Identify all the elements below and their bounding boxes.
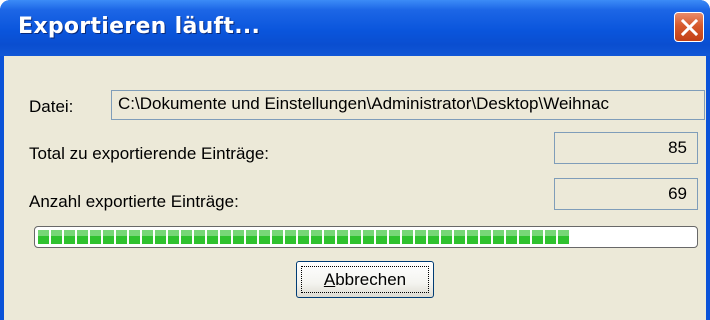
file-path-value: C:\Dokumente und Einstellungen\Administr… xyxy=(118,94,610,113)
cancel-button-mnemonic: A xyxy=(323,269,336,289)
export-progress-bar xyxy=(34,226,698,248)
exported-entries-field: 69 xyxy=(554,178,698,210)
exported-entries-value: 69 xyxy=(668,184,687,203)
cancel-button[interactable]: Abbrechen xyxy=(296,261,434,298)
cancel-button-label: Abbrechen xyxy=(301,266,429,293)
export-dialog: Exportieren läuft... Datei: C:\Dokumente… xyxy=(0,0,710,320)
file-path-field: C:\Dokumente und Einstellungen\Administr… xyxy=(111,90,705,120)
title-bar[interactable]: Exportieren läuft... xyxy=(0,0,710,56)
close-icon xyxy=(681,19,698,36)
total-entries-label: Total zu exportierende Einträge: xyxy=(29,144,270,163)
dialog-title: Exportieren läuft... xyxy=(18,14,261,39)
file-label: Datei: xyxy=(29,97,74,116)
cancel-button-label-rest: bbrechen xyxy=(335,269,407,289)
total-entries-value: 85 xyxy=(668,138,687,157)
progress-fill xyxy=(38,230,569,244)
exported-entries-label: Anzahl exportierte Einträge: xyxy=(29,192,239,211)
close-button[interactable] xyxy=(674,12,704,42)
total-entries-field: 85 xyxy=(554,132,698,164)
dialog-body: Datei: C:\Dokumente und Einstellungen\Ad… xyxy=(4,56,706,320)
